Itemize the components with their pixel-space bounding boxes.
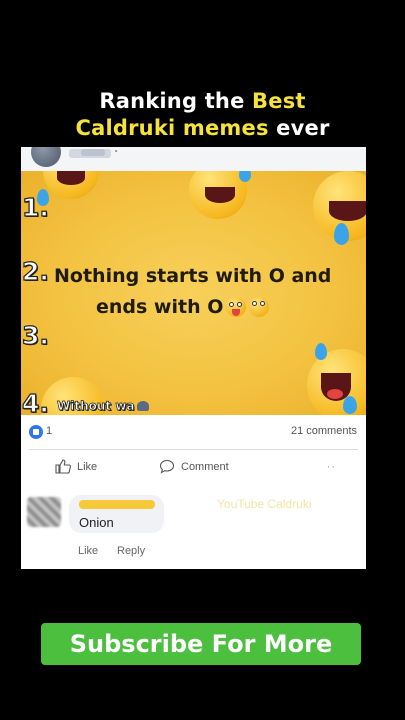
- tear-icon: [334, 223, 349, 245]
- subscribe-banner[interactable]: Subscribe For More: [41, 623, 361, 665]
- rank-4-label: 4.: [21, 388, 49, 415]
- headline-text: Ranking the: [99, 89, 253, 113]
- headline-highlight: Best: [252, 89, 306, 113]
- thumbs-up-icon: [55, 459, 71, 474]
- tongue-out-emoji-icon: [226, 297, 247, 317]
- speaking-head-icon: [136, 401, 149, 411]
- post-header: ◔: [21, 147, 366, 171]
- headline: Ranking the Best Caldruki memes ever: [0, 88, 405, 142]
- rank-4-caption: Without wa: [57, 399, 149, 413]
- eye-roll-emoji-icon: [249, 297, 270, 317]
- comment-label: Comment: [181, 460, 229, 473]
- like-button[interactable]: Like: [55, 459, 97, 474]
- facebook-post-card: ◔ 1. 2. 3. 4. Nothing starts with O and …: [21, 147, 366, 569]
- share-placeholder-icon[interactable]: ··: [327, 461, 336, 473]
- laughing-emoji-icon: [307, 349, 366, 415]
- commenter-name-redacted: [79, 500, 155, 509]
- reactions-bar: 1 21 comments: [21, 415, 366, 449]
- meme-text-line-2: ends with O: [96, 295, 224, 318]
- tear-icon: [343, 396, 357, 414]
- like-reaction-icon: [29, 425, 43, 439]
- comment-bubble: Onion: [69, 495, 164, 533]
- headline-text: ever: [268, 116, 330, 140]
- reaction-count[interactable]: 1: [46, 425, 52, 437]
- watermark: YouTube Caldruki: [217, 497, 312, 511]
- privacy-icon: ◔: [113, 147, 118, 156]
- tear-icon: [239, 171, 251, 182]
- rank-3-label: 3.: [21, 320, 49, 350]
- headline-line-1: Ranking the Best: [0, 88, 405, 115]
- headline-highlight: Caldruki memes: [75, 116, 269, 140]
- comment-button[interactable]: Comment: [159, 459, 229, 474]
- laughing-emoji-icon: [189, 171, 247, 219]
- meme-text-line-1: Nothing starts with O and: [54, 265, 332, 287]
- rank-1-label: 1.: [21, 192, 49, 222]
- poster-avatar[interactable]: [31, 147, 61, 167]
- meme-text-line-2-row: ends with O: [96, 295, 270, 319]
- comment-icon: [159, 459, 175, 474]
- meme-image[interactable]: 1. 2. 3. 4. Nothing starts with O and en…: [21, 171, 366, 415]
- comments-count[interactable]: 21 comments: [291, 425, 357, 437]
- laughing-emoji-icon: [43, 171, 99, 199]
- comment-text: Onion: [79, 515, 114, 530]
- comment-item: Onion Like Reply: [21, 493, 366, 569]
- comment-reply-button[interactable]: Reply: [117, 545, 145, 557]
- commenter-avatar[interactable]: [27, 497, 61, 527]
- poster-name-blurred: [81, 149, 105, 156]
- comment-like-button[interactable]: Like: [78, 545, 98, 557]
- tear-icon: [315, 343, 327, 360]
- like-label: Like: [77, 460, 98, 473]
- headline-line-2: Caldruki memes ever: [0, 115, 405, 142]
- rank-4-caption-text: Without wa: [57, 399, 135, 414]
- post-actions: Like Comment ··: [21, 449, 366, 485]
- rank-2-label: 2.: [21, 256, 49, 286]
